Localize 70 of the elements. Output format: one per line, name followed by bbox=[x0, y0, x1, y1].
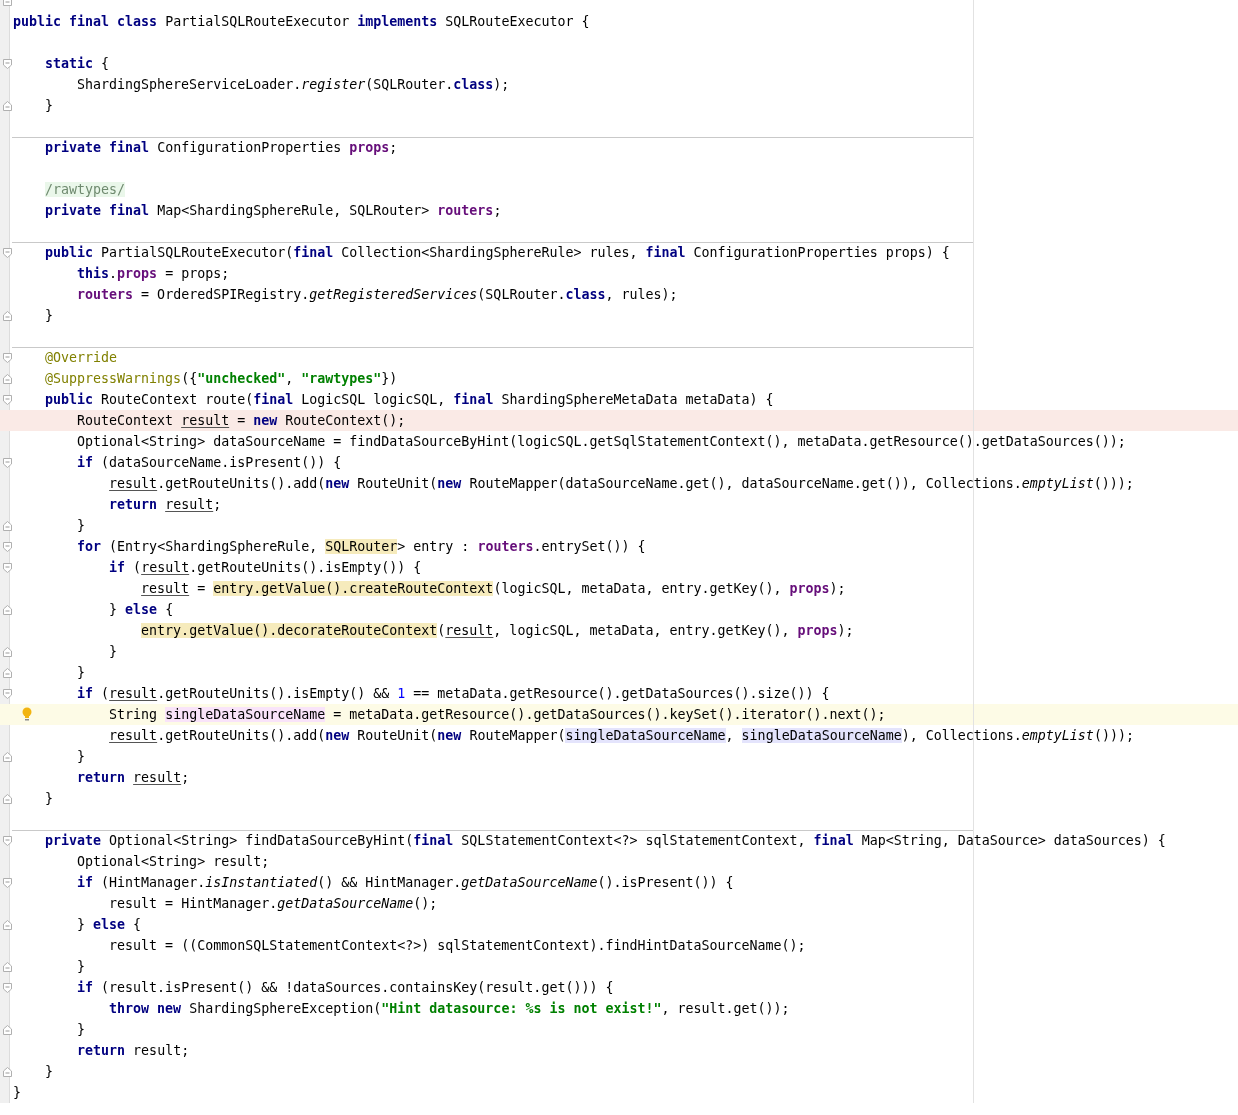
code-line: if (result.getRouteUnits().isEmpty() && 1 == metaData.getResource().getDataSources().size()) { bbox=[76, 685, 830, 703]
code-line: if (result.isPresent() && !dataSources.containsKey(result.get())) { bbox=[76, 979, 614, 997]
code-line: } bbox=[76, 1021, 86, 1039]
fold-icon[interactable] bbox=[3, 793, 12, 804]
fold-icon[interactable] bbox=[3, 982, 12, 993]
code-line: ShardingSphereServiceLoader.register(SQLRouter.class); bbox=[76, 76, 510, 94]
fold-icon[interactable] bbox=[3, 667, 12, 678]
code-line: result.getRouteUnits().add(new RouteUnit(new RouteMapper(dataSourceName.get(), dataSourceName.get()), Collections.emptyList())); bbox=[108, 475, 1134, 493]
fold-icon[interactable] bbox=[3, 688, 12, 699]
code-line: return result; bbox=[108, 496, 222, 514]
fold-icon[interactable] bbox=[3, 562, 12, 573]
code-line: this.props = props; bbox=[76, 265, 230, 283]
code-line: routers = OrderedSPIRegistry.getRegisteredServices(SQLRouter.class, rules); bbox=[76, 286, 678, 304]
fold-icon[interactable] bbox=[3, 646, 12, 657]
lightbulb-icon[interactable] bbox=[22, 707, 32, 721]
fold-icon[interactable] bbox=[3, 1066, 12, 1077]
fold-icon[interactable] bbox=[3, 100, 12, 111]
code-line: } bbox=[76, 958, 86, 976]
code-line: public PartialSQLRouteExecutor(final Collection<ShardingSphereRule> rules, final ConfigurationProperties props) { bbox=[44, 244, 950, 262]
fold-icon[interactable] bbox=[3, 373, 12, 384]
code-line: if (result.getRouteUnits().isEmpty()) { bbox=[108, 559, 422, 577]
fold-icon[interactable] bbox=[3, 247, 12, 258]
fold-icon[interactable] bbox=[3, 877, 12, 888]
fold-icon[interactable] bbox=[3, 310, 12, 321]
code-line: } else { bbox=[76, 916, 142, 934]
fold-icon[interactable] bbox=[3, 604, 12, 615]
fold-icon[interactable] bbox=[3, 520, 12, 531]
code-line: @SuppressWarnings({"unchecked", "rawtypes"}) bbox=[44, 370, 398, 388]
fold-icon[interactable] bbox=[3, 835, 12, 846]
fold-icon[interactable] bbox=[3, 352, 12, 363]
fold-icon[interactable] bbox=[3, 541, 12, 552]
code-line: for (Entry<ShardingSphereRule, SQLRouter> entry : routers.entrySet()) { bbox=[76, 538, 646, 556]
code-line: private final Map<ShardingSphereRule, SQLRouter> routers; bbox=[44, 202, 502, 220]
code-line: private final ConfigurationProperties props; bbox=[44, 139, 398, 157]
code-line: Optional<String> result; bbox=[76, 853, 270, 871]
code-line: @Override bbox=[44, 349, 118, 367]
code-line: } bbox=[44, 790, 54, 808]
fold-icon[interactable] bbox=[3, 919, 12, 930]
code-line: result = entry.getValue().createRouteContext(logicSQL, metaData, entry.getKey(), props); bbox=[140, 580, 846, 598]
code-line: String singleDataSourceName = metaData.getResource().getDataSources().keySet().iterator().next(); bbox=[108, 706, 886, 724]
fold-icon[interactable] bbox=[3, 961, 12, 972]
code-line: return result; bbox=[76, 1042, 190, 1060]
code-line: } bbox=[13, 1084, 21, 1102]
code-line: throw new ShardingSphereException("Hint datasource: %s is not exist!", result.get()); bbox=[108, 1000, 790, 1018]
code-line: } bbox=[76, 748, 86, 766]
fold-icon[interactable] bbox=[3, 751, 12, 762]
fold-icon[interactable] bbox=[3, 1024, 12, 1035]
code-line: return result; bbox=[76, 769, 190, 787]
code-line: result = HintManager.getDataSourceName(); bbox=[108, 895, 438, 913]
code-line: Optional<String> dataSourceName = findDataSourceByHint(logicSQL.getSqlStatementContext(), metaData.getResource().getDataSources()); bbox=[76, 433, 1126, 451]
code-line: result = ((CommonSQLStatementContext<?>) sqlStatementContext).findHintDataSourceName(); bbox=[108, 937, 806, 955]
code-line: } bbox=[76, 517, 86, 535]
code-line: if (dataSourceName.isPresent()) { bbox=[76, 454, 342, 472]
code-line: if (HintManager.isInstantiated() && HintManager.getDataSourceName().isPresent()) { bbox=[76, 874, 734, 892]
fold-icon[interactable] bbox=[3, 457, 12, 468]
code-line: result.getRouteUnits().add(new RouteUnit(new RouteMapper(singleDataSourceName, singleDataSourceName), Collections.emptyList())); bbox=[108, 727, 1134, 745]
fold-icon[interactable] bbox=[3, 394, 12, 405]
fold-icon[interactable] bbox=[3, 58, 12, 69]
code-line: } bbox=[44, 97, 54, 115]
code-line: public final class PartialSQLRouteExecutor implements SQLRouteExecutor { bbox=[13, 13, 590, 31]
code-line: } else { bbox=[108, 601, 174, 619]
code-line: entry.getValue().decorateRouteContext(result, logicSQL, metaData, entry.getKey(), props); bbox=[140, 622, 854, 640]
code-line: } bbox=[44, 1063, 54, 1081]
code-line: static { bbox=[44, 55, 110, 73]
code-line: RouteContext result = new RouteContext(); bbox=[76, 412, 406, 430]
code-line: } bbox=[108, 643, 118, 661]
code-line: } bbox=[76, 664, 86, 682]
code-line: public RouteContext route(final LogicSQL logicSQL, final ShardingSphereMetaData metaData) { bbox=[44, 391, 774, 409]
code-line: } bbox=[44, 307, 54, 325]
code-line: private Optional<String> findDataSourceByHint(final SQLStatementContext<?> sqlStatementContext, final Map<String, DataSource> dataSources) { bbox=[44, 832, 1166, 850]
